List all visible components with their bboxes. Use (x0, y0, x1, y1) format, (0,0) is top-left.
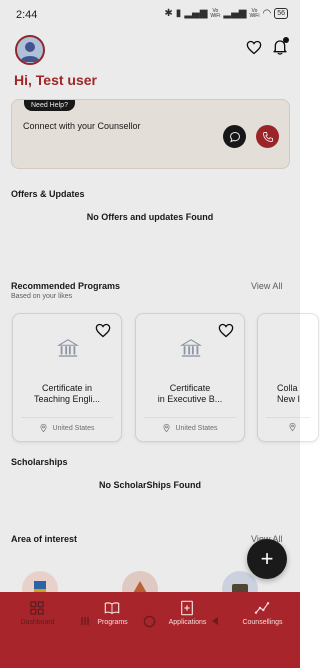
favorite-button[interactable] (218, 323, 234, 343)
heart-icon (218, 323, 234, 338)
scholarships-title: Scholarships (11, 457, 68, 467)
location-pin-icon (163, 423, 170, 433)
chat-button[interactable] (223, 125, 246, 148)
wifi-icon: ◠ (262, 8, 272, 19)
program-card[interactable]: Certificate in Executive B... United Stat… (135, 313, 245, 442)
back-icon[interactable] (210, 616, 220, 626)
system-navigation (0, 612, 300, 632)
status-bar: 2:44 ✱ ▮ ▂▄▆ Vo WiFi ▂▄▆ Vo WiFi ◠ 56 (0, 0, 300, 30)
add-fab-button[interactable]: + (247, 539, 287, 579)
mute-icon: ✱ (164, 8, 173, 19)
area-of-interest-title: Area of interest (11, 534, 78, 544)
volte-icon-2: Vo WiFi (249, 7, 260, 19)
phone-icon (262, 131, 273, 142)
favorite-button[interactable] (95, 323, 111, 343)
avatar[interactable] (15, 35, 45, 65)
program-card[interactable]: Colla New I (257, 313, 319, 442)
divider (21, 417, 113, 418)
home-icon[interactable] (143, 615, 156, 628)
recommended-view-all-link[interactable]: View All (251, 281, 282, 291)
location-pin-icon (40, 423, 47, 433)
favorites-button[interactable] (246, 40, 262, 60)
heart-icon (95, 323, 111, 338)
program-name: Colla New I (277, 383, 301, 404)
notification-dot (283, 37, 289, 43)
institution-icon (180, 339, 202, 357)
scholarships-empty-text: No ScholarShips Found (98, 480, 201, 490)
help-card: Need Help? Connect with your Counsellor (11, 99, 290, 169)
call-button[interactable] (256, 125, 279, 148)
recommended-title: Recommended Programs (11, 281, 121, 291)
help-badge: Need Help? (24, 100, 75, 111)
institution-icon (57, 339, 79, 357)
user-icon (20, 42, 40, 62)
vibrate-icon: ▮ (175, 8, 182, 19)
offers-title: Offers & Updates (11, 189, 85, 199)
divider (266, 417, 310, 418)
heart-icon (246, 40, 262, 55)
notifications-button[interactable] (272, 37, 289, 61)
greeting: Hi, Test user (14, 72, 97, 88)
signal-icon-2: ▂▄▆ (223, 8, 247, 19)
volte-icon: Vo WiFi (210, 7, 221, 19)
status-time: 2:44 (16, 9, 38, 21)
program-card[interactable]: Certificate in Teaching Engli... United S… (12, 313, 122, 442)
program-location: United States (136, 423, 244, 433)
chat-icon (229, 131, 240, 142)
signal-icon: ▂▄▆ (184, 8, 208, 19)
program-name: Certificate in Teaching Engli... (33, 383, 101, 404)
program-location: United States (13, 423, 121, 433)
location-pin-icon (289, 422, 296, 432)
recommended-subtitle: Based on your likes (11, 293, 73, 300)
recents-icon[interactable] (80, 616, 90, 626)
help-text: Connect with your Counsellor (23, 121, 141, 131)
divider (144, 417, 236, 418)
program-name: Certificate in Executive B... (157, 383, 223, 404)
status-icons: ✱ ▮ ▂▄▆ Vo WiFi ▂▄▆ Vo WiFi ◠ 56 (164, 8, 288, 19)
offers-empty-text: No Offers and updates Found (86, 212, 214, 222)
battery-icon: 56 (274, 8, 288, 19)
